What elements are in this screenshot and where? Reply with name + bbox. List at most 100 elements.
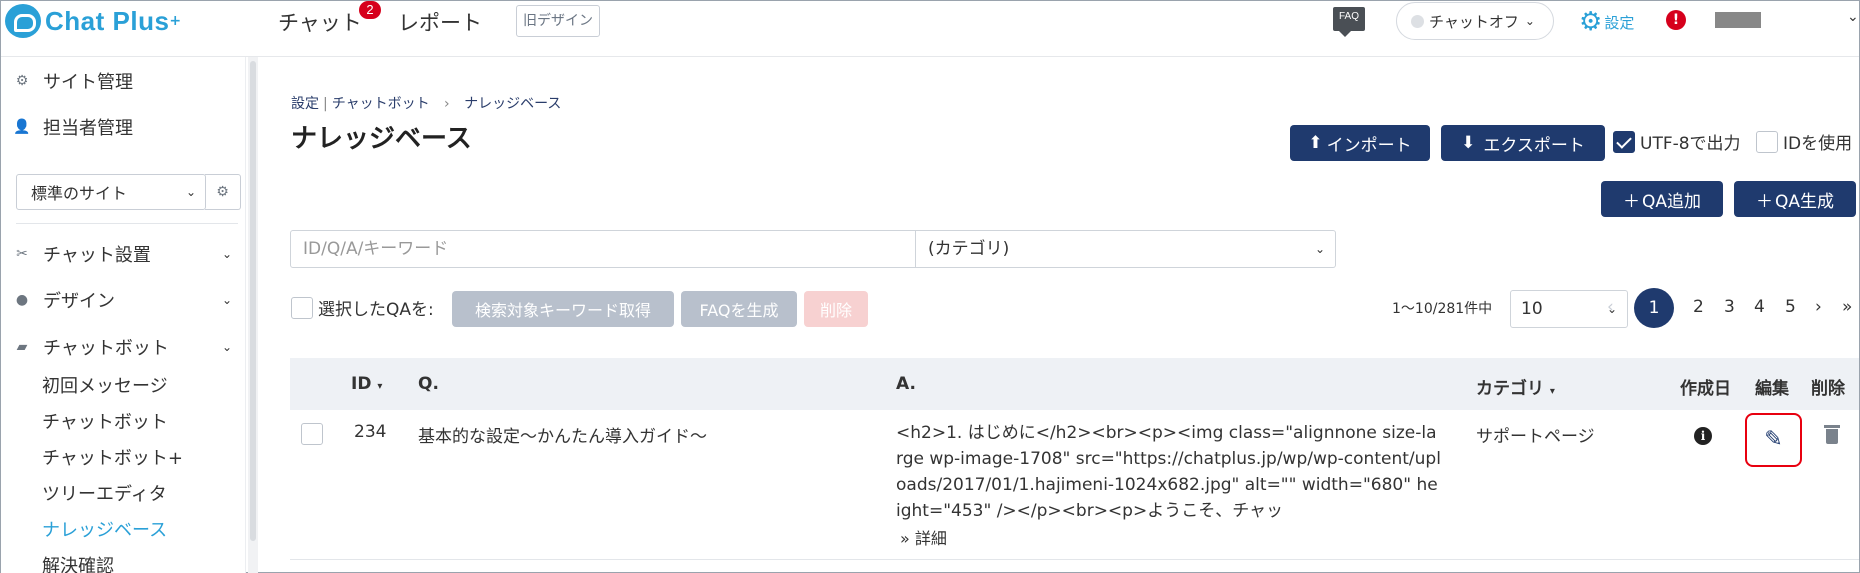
sidebar-item-staff-mgmt[interactable]: 👤 担当者管理 bbox=[1, 110, 246, 144]
th-category[interactable]: カテゴリ ▾ bbox=[1476, 374, 1555, 399]
table-row: 234 基本的な設定〜かんたん導入ガイド〜 <h2>1. はじめに</h2><b… bbox=[290, 410, 1859, 560]
faq-icon[interactable]: FAQ bbox=[1333, 7, 1365, 37]
search-input[interactable]: ID/Q/A/キーワード bbox=[290, 230, 916, 268]
sidebar-item-label: チャットボット bbox=[43, 338, 169, 359]
pager-page-3[interactable]: 3 bbox=[1724, 297, 1735, 317]
chevron-down-icon: ⌄ bbox=[1314, 242, 1325, 256]
chat-status-dropdown[interactable]: チャットオフ ⌄ bbox=[1396, 2, 1554, 40]
row-question[interactable]: 基本的な設定〜かんたん導入ガイド〜 bbox=[418, 422, 707, 447]
download-icon: ⬇ bbox=[1461, 133, 1476, 153]
breadcrumb-settings[interactable]: 設定 bbox=[291, 96, 319, 112]
pencil-icon: ✎ bbox=[1764, 427, 1783, 452]
th-edit: 編集 bbox=[1755, 379, 1789, 399]
plus-icon: ＋ bbox=[1622, 191, 1640, 212]
user-gear-icon: 👤 bbox=[13, 119, 31, 135]
chatplus-logo[interactable]: Chat Plus + bbox=[5, 1, 181, 41]
breadcrumb-current: ナレッジベース bbox=[464, 96, 562, 112]
settings-label: 設定 bbox=[1604, 13, 1635, 32]
sidebar-scrollbar[interactable] bbox=[248, 57, 258, 573]
user-menu-chevron-icon[interactable]: ⌄ bbox=[1847, 9, 1859, 25]
use-id-label: IDを使用 bbox=[1783, 134, 1853, 154]
pager-last[interactable]: » bbox=[1842, 297, 1852, 317]
scrollbar-thumb[interactable] bbox=[250, 61, 256, 541]
sidebar-item-chatbot[interactable]: ▰ チャットボット ⌄ bbox=[1, 330, 246, 364]
utf8-checkbox-box[interactable] bbox=[1613, 130, 1635, 153]
generate-faq-button[interactable]: FAQを生成 bbox=[681, 291, 797, 327]
th-id[interactable]: ID ▾ bbox=[351, 374, 382, 394]
sidebar-sub-tree-editor[interactable]: ツリーエディタ bbox=[42, 480, 167, 506]
pager-next[interactable]: › bbox=[1815, 297, 1822, 317]
pager-page-5[interactable]: 5 bbox=[1785, 297, 1796, 317]
pager-page-4[interactable]: 4 bbox=[1754, 297, 1765, 317]
status-dot-icon bbox=[1411, 14, 1424, 28]
import-label: インポート bbox=[1326, 135, 1412, 156]
sidebar-item-design[interactable]: ● デザイン ⌄ bbox=[1, 283, 246, 317]
logo-text: Chat Plus bbox=[45, 5, 170, 36]
import-button[interactable]: ⬆ インポート bbox=[1290, 125, 1430, 161]
sidebar-item-site-mgmt[interactable]: ⚙ サイト管理 bbox=[1, 64, 246, 98]
site-settings-gear-icon[interactable]: ⚙ bbox=[205, 174, 241, 210]
sidebar-divider bbox=[16, 223, 238, 224]
gears-icon: ⚙ bbox=[15, 73, 29, 89]
sidebar-item-label: サイト管理 bbox=[43, 72, 133, 93]
sidebar-sub-first-message[interactable]: 初回メッセージ bbox=[42, 372, 168, 398]
sidebar-item-label: デザイン bbox=[43, 291, 115, 312]
th-answer: A. bbox=[896, 374, 916, 394]
generate-qa-button[interactable]: ＋ QA生成 bbox=[1734, 181, 1856, 217]
th-delete: 削除 bbox=[1811, 379, 1845, 399]
sidebar-item-label: チャット設置 bbox=[43, 245, 151, 266]
edit-button[interactable]: ✎ bbox=[1745, 413, 1802, 467]
tools-icon: ✂ bbox=[16, 246, 28, 262]
site-select[interactable]: 標準のサイト ⌄ bbox=[16, 174, 206, 210]
user-name-redacted[interactable] bbox=[1715, 12, 1761, 28]
breadcrumb-chatbot[interactable]: チャットボット bbox=[332, 96, 430, 112]
bulk-label: 選択したQAを: bbox=[318, 300, 434, 320]
use-id-checkbox-box[interactable] bbox=[1756, 130, 1778, 153]
category-select-value: (カテゴリ) bbox=[928, 239, 1010, 259]
row-detail-link[interactable]: » 詳細 bbox=[900, 525, 947, 549]
settings-link[interactable]: ⚙ 設定 bbox=[1579, 7, 1634, 37]
bulk-delete-button[interactable]: 削除 bbox=[804, 291, 868, 327]
sidebar-sub-knowledge-base[interactable]: ナレッジベース bbox=[42, 516, 167, 542]
gear-icon: ⚙ bbox=[1579, 7, 1603, 37]
row-answer: <h2>1. はじめに</h2><br><p><img class="align… bbox=[896, 423, 1441, 521]
table-header: ID ▾ Q. A. カテゴリ ▾ 作成日 編集 削除 bbox=[290, 358, 1859, 410]
row-checkbox[interactable] bbox=[301, 423, 323, 445]
sidebar-item-label: 担当者管理 bbox=[43, 118, 133, 139]
category-select[interactable]: (カテゴリ) ⌄ bbox=[916, 230, 1336, 268]
chat-status-label: チャットオフ bbox=[1429, 12, 1519, 31]
pager-page-1[interactable]: 1 bbox=[1634, 288, 1674, 328]
use-id-checkbox[interactable]: IDを使用 bbox=[1756, 129, 1852, 154]
pager-prev[interactable]: ‹ bbox=[1607, 297, 1614, 317]
nav-report[interactable]: レポート bbox=[398, 7, 482, 37]
pager-info: 1〜10/281件中 bbox=[1392, 301, 1493, 317]
chevron-down-icon: ⌄ bbox=[221, 247, 232, 261]
th-question: Q. bbox=[418, 374, 439, 394]
info-icon[interactable]: i bbox=[1694, 427, 1712, 445]
utf8-label: UTF-8で出力 bbox=[1640, 134, 1741, 154]
pager-page-2[interactable]: 2 bbox=[1693, 297, 1704, 317]
chevron-down-icon: ⌄ bbox=[221, 340, 232, 354]
trash-icon[interactable] bbox=[1824, 425, 1840, 445]
sidebar-sub-chatbot-plus[interactable]: チャットボット+ bbox=[42, 444, 183, 470]
double-chevron-down-icon: » bbox=[900, 529, 910, 548]
alert-icon[interactable]: ! bbox=[1666, 10, 1686, 30]
upload-icon: ⬆ bbox=[1308, 133, 1323, 153]
old-design-button[interactable]: 旧デザイン bbox=[516, 5, 600, 37]
export-label: エクスポート bbox=[1483, 135, 1585, 156]
get-keywords-button[interactable]: 検索対象キーワード取得 bbox=[452, 291, 674, 327]
site-select-value: 標準のサイト bbox=[31, 184, 128, 203]
bulk-select-checkbox[interactable]: 選択したQAを: bbox=[291, 295, 434, 320]
select-all-checkbox[interactable] bbox=[291, 296, 313, 319]
sidebar-sub-chatbot[interactable]: チャットボット bbox=[42, 408, 168, 434]
utf8-checkbox[interactable]: UTF-8で出力 bbox=[1613, 129, 1741, 154]
sidebar-sub-resolution-check[interactable]: 解決確認 bbox=[42, 552, 114, 573]
add-qa-button[interactable]: ＋ QA追加 bbox=[1601, 181, 1723, 217]
sidebar-item-chat-setup[interactable]: ✂ チャット設置 ⌄ bbox=[1, 237, 246, 271]
comments-icon: ▰ bbox=[16, 339, 28, 355]
nav-chat[interactable]: チャット bbox=[278, 7, 362, 37]
row-id: 234 bbox=[354, 422, 387, 442]
export-button[interactable]: ⬇ エクスポート bbox=[1441, 125, 1605, 161]
chevron-down-icon: ⌄ bbox=[1524, 14, 1535, 28]
th-created: 作成日 bbox=[1680, 379, 1731, 399]
